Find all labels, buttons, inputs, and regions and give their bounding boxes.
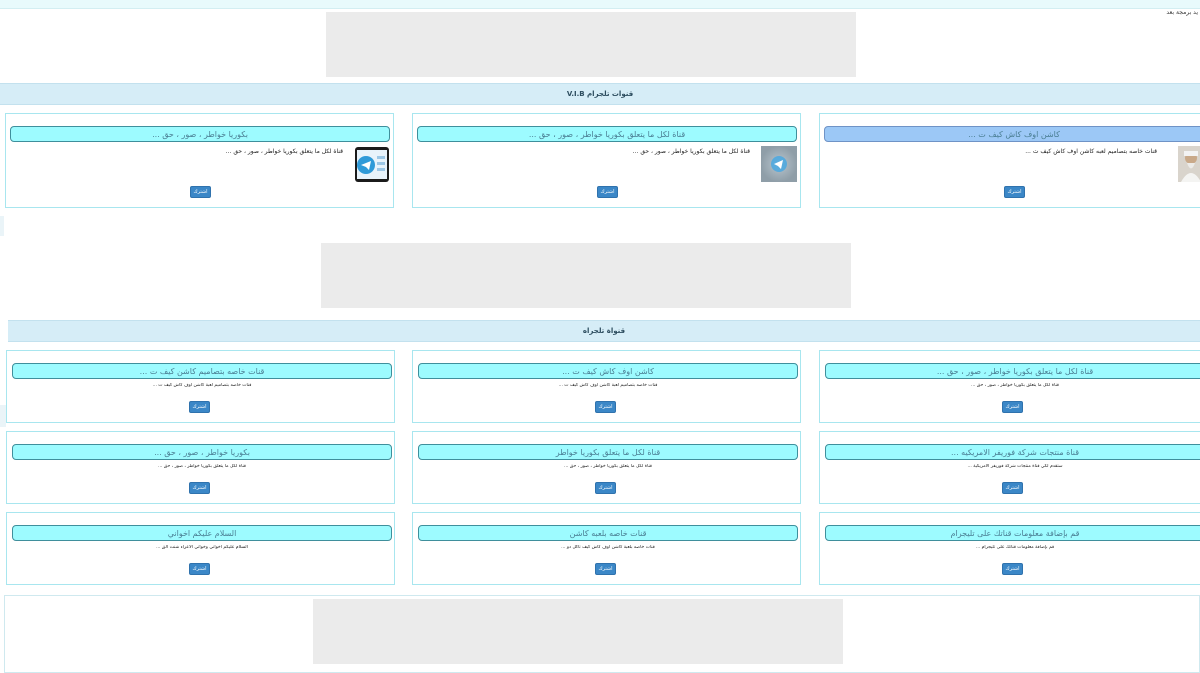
channel-card-title[interactable]: قنات خاصه بلعبه كاشن [418, 525, 798, 541]
channel-card-title[interactable]: قناة لكل ما يتعلق بكوريا خواطر ، صور ، ح… [825, 363, 1200, 379]
ad-banner-middle [321, 243, 851, 308]
channel-card-title[interactable]: قناة لكل ما يتعلق بكوريا خواطر [418, 444, 798, 460]
channel-card-title[interactable]: كاشن اوف كاش كيف ت ... [418, 363, 798, 379]
join-button[interactable]: اشترك [189, 482, 210, 494]
channel-card-description: السلام عليكم اخواني وخواتي الاعزاء شنت ا… [156, 545, 248, 550]
join-button[interactable]: اشترك [595, 482, 616, 494]
top-bar [0, 0, 1200, 9]
vip-section-header: قنوات تلجرام V.I.B [0, 83, 1200, 105]
channel-card-description: قنات خاصه بلعبة كاشن اوف كاش كيف تاكل دو… [561, 545, 655, 550]
channel-card-description: قناة لكل ما يتعلق بكوريا خواطر ، صور ، ح… [971, 383, 1059, 388]
channel-card-title[interactable]: قنات خاصه بتصاميم كاشن كيف ت ... [12, 363, 392, 379]
free-section-header: قنواة تلجراه [8, 320, 1200, 342]
channel-card-description: قناة لكل ما يتعلق بكوريا خواطر ، صور ، ح… [564, 464, 652, 469]
channel-card: قناة لكل ما يتعلق بكوريا خواطر ، صور ، ح… [819, 350, 1200, 423]
ad-banner-bottom [313, 599, 843, 664]
channel-card: قم بإضافة معلومات قناتك على تليجرام قم بإ… [819, 512, 1200, 585]
join-button[interactable]: اشترك [1004, 186, 1025, 198]
vip-card-title[interactable]: كاشن اوف كاش كيف ت ... [824, 126, 1200, 142]
join-button[interactable]: اشترك [595, 563, 616, 575]
channel-card-description: قنات خاصه بتصاميم لعبة كاشن اوف كاش كيف … [558, 383, 658, 388]
join-button[interactable]: اشترك [1002, 401, 1023, 413]
vip-channel-card: بكوريا خواطر ، صور ، حق ... قناة لكل ما ي… [5, 113, 394, 208]
join-button[interactable]: اشترك [1002, 482, 1023, 494]
telegram-blurred-icon [761, 146, 797, 186]
channel-card: قناة منتجات شركة فوريفر الامريكيه ... ستق… [819, 431, 1200, 504]
channel-card-description: قنات خاصه بتصاميم لعبة كاشن اوف كاش كيف … [152, 383, 252, 388]
vip-card-description: قنات خاصه بتصاميم لعبه كاشن اوف كاش كيف … [1025, 148, 1157, 155]
telegram-phone-icon [354, 146, 390, 187]
vip-card-title[interactable]: قناة لكل ما يتعلق بكوريا خواطر ، صور ، ح… [417, 126, 797, 142]
join-button[interactable]: اشترك [597, 186, 618, 198]
channel-card-title[interactable]: السلام عليكم اخواني [12, 525, 392, 541]
vip-card-description: قناة لكل ما يتعلق بكوريا خواطر ، صور ، ح… [225, 148, 343, 155]
join-button[interactable]: اشترك [190, 186, 211, 198]
join-button[interactable]: اشترك [595, 401, 616, 413]
join-button[interactable]: اشترك [189, 401, 210, 413]
channel-card: قناة لكل ما يتعلق بكوريا خواطر قناة لكل م… [412, 431, 801, 504]
channel-card: السلام عليكم اخواني السلام عليكم اخواني و… [6, 512, 395, 585]
channel-card: قنات خاصه بتصاميم كاشن كيف ت ... قنات خاص… [6, 350, 395, 423]
channel-card-title[interactable]: بكوريا خواطر ، صور ، حق ... [12, 444, 392, 460]
join-button[interactable]: اشترك [189, 563, 210, 575]
channel-card-description: ستقدم لكي قناة منتجات شركة فوريفر الامري… [967, 464, 1063, 469]
sheikh-photo-icon [1178, 146, 1200, 186]
vip-channel-card: قناة لكل ما يتعلق بكوريا خواطر ، صور ، ح… [412, 113, 801, 208]
channel-card-description: قناة لكل ما يتعلق بكوريا خواطر ، صور ، ح… [158, 464, 246, 469]
channel-card-title[interactable]: قناة منتجات شركة فوريفر الامريكيه ... [825, 444, 1200, 460]
channel-card: بكوريا خواطر ، صور ، حق ... قناة لكل ما ي… [6, 431, 395, 504]
channel-card: قنات خاصه بلعبه كاشن قنات خاصه بلعبة كاشن… [412, 512, 801, 585]
vip-card-title[interactable]: بكوريا خواطر ، صور ، حق ... [10, 126, 390, 142]
ad-banner-top [326, 12, 856, 77]
vip-channel-card: كاشن اوف كاش كيف ت ... قنات خاصه بتصاميم … [819, 113, 1200, 208]
channel-card: كاشن اوف كاش كيف ت ... قنات خاصه بتصاميم … [412, 350, 801, 423]
join-button[interactable]: اشترك [1002, 563, 1023, 575]
channel-card-description: قم بإضافة معلومات قناتك على تليجرام ... [975, 545, 1055, 550]
top-corner-note: يد برمجة بعد [1166, 9, 1198, 16]
channel-card-title[interactable]: قم بإضافة معلومات قناتك على تليجرام [825, 525, 1200, 541]
vip-card-description: قناة لكل ما يتعلق بكوريا خواطر ، صور ، ح… [632, 148, 750, 155]
left-side-strip [0, 216, 4, 236]
